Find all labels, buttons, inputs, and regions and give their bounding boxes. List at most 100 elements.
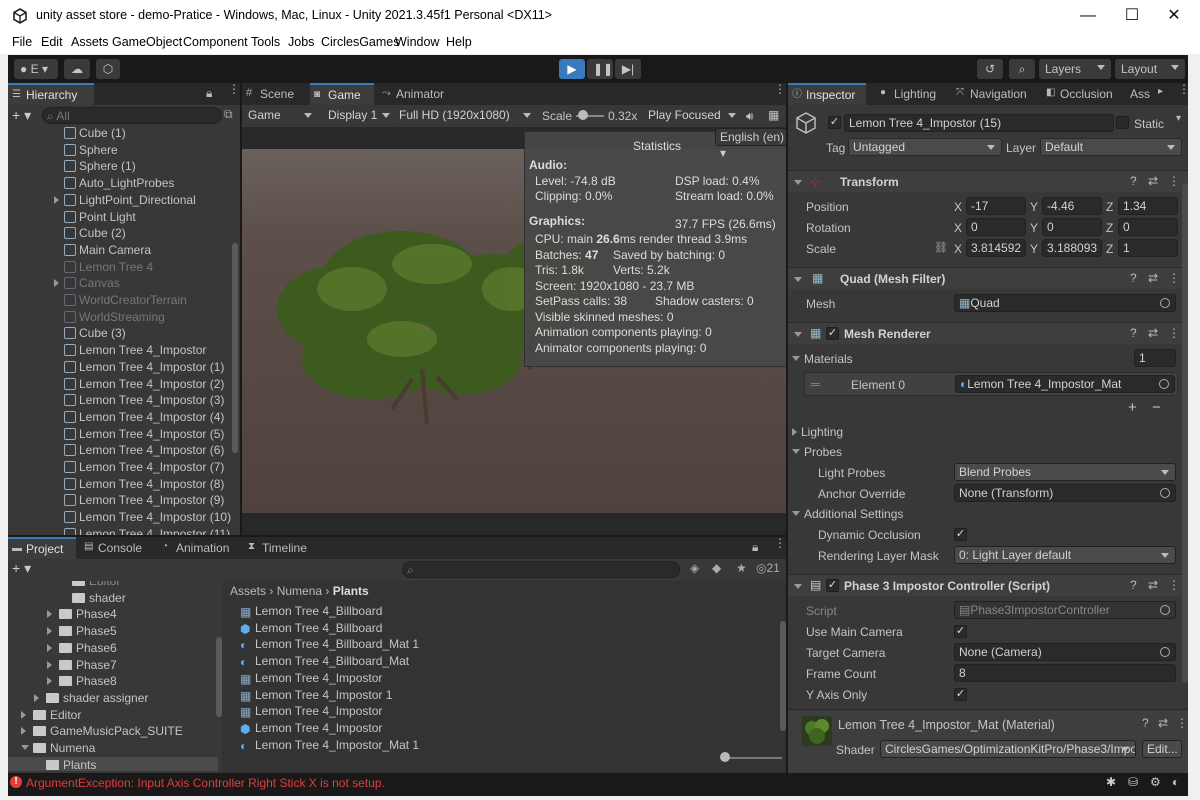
static-checkbox[interactable] [1116,116,1129,129]
tab-timeline[interactable]: ⧗ Timeline [244,537,324,559]
axis-z-label[interactable]: Z [1106,242,1113,256]
tab-animation[interactable]: ◔ Animation [158,537,242,559]
anchor-override-field[interactable]: None (Transform) [954,484,1176,502]
asset-file-item[interactable]: ▦ Lemon Tree 4_Impostor 1 [240,687,770,704]
mesh-renderer-enabled-checkbox[interactable]: ✓ [826,327,839,340]
mesh-filter-header[interactable]: ▦ Quad (Mesh Filter) ? ⇄ ⋮ [788,267,1188,289]
minimize-button[interactable]: — [1066,0,1110,32]
frame-count-input[interactable]: 8 [954,664,1176,682]
cloud-button[interactable]: ☁ [64,59,90,79]
tab-console[interactable]: ▤ Console [80,537,152,559]
menu-edit[interactable]: Edit [41,35,63,49]
layer-dropdown[interactable]: Default [1040,138,1182,156]
tab-occlusion[interactable]: ◧ Occlusion [1042,83,1122,105]
hierarchy-item[interactable]: Lemon Tree 4_Impostor (1) [8,359,234,376]
preset-icon[interactable]: ⇄ [1148,271,1158,285]
asset-file-item[interactable]: ◐ Lemon Tree 4_Impostor_Mat 1 [240,737,770,754]
use-main-camera-checkbox[interactable]: ✓ [954,625,967,638]
axis-x-label[interactable]: X [954,242,962,256]
expand-arrow-icon[interactable] [47,640,59,657]
axis-y-label[interactable]: Y [1030,200,1038,214]
game-menu-icon[interactable]: ⋮ [774,83,786,95]
hierarchy-item[interactable]: Auto_LightProbes [8,175,234,192]
pos-y-input[interactable]: -4.46 [1042,197,1102,215]
stats-grid-icon[interactable]: ▦ [768,108,779,122]
foldout-arrow-icon[interactable] [794,176,806,190]
hierarchy-item[interactable]: Lemon Tree 4_Impostor (2) [8,376,234,393]
drag-handle-icon[interactable]: ═ [811,377,820,391]
create-button[interactable]: + ▾ [12,107,31,124]
help-icon[interactable]: ? [1130,578,1137,592]
y-axis-only-checkbox[interactable]: ✓ [954,688,967,701]
expand-arrow-icon[interactable] [21,723,33,740]
tab-lighting[interactable]: ● Lighting [876,83,946,105]
help-icon[interactable]: ? [1142,716,1149,730]
preset-icon[interactable]: ⇄ [1148,326,1158,340]
project-menu-icon[interactable]: ⋮ [774,537,786,549]
hierarchy-item[interactable]: Lemon Tree 4_Impostor (10) [8,509,234,526]
close-button[interactable]: ✕ [1152,0,1196,32]
tag-dropdown[interactable]: Untagged [848,138,1002,156]
breadcrumb-assets[interactable]: Assets [230,584,266,598]
menu-tools[interactable]: Tools [251,35,280,49]
hierarchy-item[interactable]: Lemon Tree 4_Impostor (8) [8,476,234,493]
hierarchy-item[interactable]: Lemon Tree 4_Impostor [8,342,234,359]
hierarchy-item[interactable]: WorldStreaming [8,309,234,326]
pause-button[interactable]: ❚❚ [587,59,613,79]
progress-icon[interactable]: ◐ [1172,775,1179,789]
icon-size-slider-handle[interactable] [720,752,730,762]
hierarchy-item[interactable]: Lemon Tree 4_Impostor (9) [8,492,234,509]
folder-tree-item[interactable]: Phase6 [8,640,218,657]
debug-icon[interactable]: ⚙ [1150,775,1161,789]
expand-arrow-icon[interactable] [21,707,33,724]
project-search-input[interactable]: ⌕ [402,561,680,578]
component-menu-icon[interactable]: ⋮ [1168,326,1180,340]
hierarchy-item[interactable]: LightPoint_Directional [8,192,234,209]
foldout-arrow-icon[interactable] [794,328,806,342]
lighting-foldout[interactable]: Lighting [792,425,843,439]
search-button[interactable]: ⌕ [1009,59,1035,79]
hierarchy-item[interactable]: Cube (1) [8,125,234,142]
collab-button[interactable]: ⬡ [96,59,120,79]
help-icon[interactable]: ? [1130,326,1137,340]
menu-assets[interactable]: Assets [71,35,109,49]
hierarchy-menu-icon[interactable]: ⋮ [228,83,240,95]
folder-tree-item[interactable]: Phase7 [8,657,218,674]
menu-component[interactable]: Component [183,35,248,49]
folder-tree-item[interactable]: GameMusicPack_SUITE [8,723,218,740]
hierarchy-scrollbar[interactable] [232,243,238,453]
component-menu-icon[interactable]: ⋮ [1168,578,1180,592]
resolution-dropdown[interactable]: Full HD (1920x1080) [395,107,537,125]
hierarchy-item[interactable]: Cube (2) [8,225,234,242]
asset-file-item[interactable]: ◐ Lemon Tree 4_Billboard_Mat [240,653,770,670]
tab-inspector[interactable]: ⓘ Inspector [788,83,866,105]
axis-y-label[interactable]: Y [1030,242,1038,256]
help-icon[interactable]: ? [1130,271,1137,285]
expand-arrow-icon[interactable] [54,275,64,292]
component-menu-icon[interactable]: ⋮ [1168,271,1180,285]
folder-tree-item[interactable]: Numena [8,740,218,757]
preset-icon[interactable]: ⇄ [1148,174,1158,188]
status-error-message[interactable]: ArgumentException: Input Axis Controller… [26,776,385,790]
foldout-arrow-icon[interactable] [794,273,806,287]
hierarchy-item[interactable]: Lemon Tree 4_Impostor (3) [8,392,234,409]
hierarchy-item[interactable]: Lemon Tree 4 [8,259,234,276]
rot-z-input[interactable]: 0 [1118,218,1178,236]
game-mode-dropdown[interactable]: Game [244,107,318,125]
lock-icon[interactable]: 🔒︎ [206,86,212,101]
asset-file-item[interactable]: ▦ Lemon Tree 4_Impostor [240,670,770,687]
hierarchy-item[interactable]: Lemon Tree 4_Impostor (6) [8,442,234,459]
tab-hierarchy[interactable]: ☰ Hierarchy [8,83,94,105]
layers-dropdown[interactable]: Layers [1039,59,1111,79]
play-button[interactable]: ▶ [559,59,585,79]
cache-icon[interactable]: ⛁ [1128,775,1138,789]
asset-file-item[interactable]: ◐ Lemon Tree 4_Billboard_Mat 1 [240,636,770,653]
audio-icon[interactable]: 🔊︎ [746,109,754,124]
play-focused-dropdown[interactable]: Play Focused [644,107,742,125]
mesh-renderer-header[interactable]: ▦ ✓ Mesh Renderer ? ⇄ ⋮ [788,322,1188,344]
folder-tree-item[interactable]: Phase5 [8,623,218,640]
active-checkbox[interactable]: ✓ [828,116,841,129]
remove-material-button[interactable]: − [1152,399,1161,416]
object-name-input[interactable]: Lemon Tree 4_Impostor (15) [844,114,1114,132]
materials-count-input[interactable]: 1 [1134,349,1176,367]
